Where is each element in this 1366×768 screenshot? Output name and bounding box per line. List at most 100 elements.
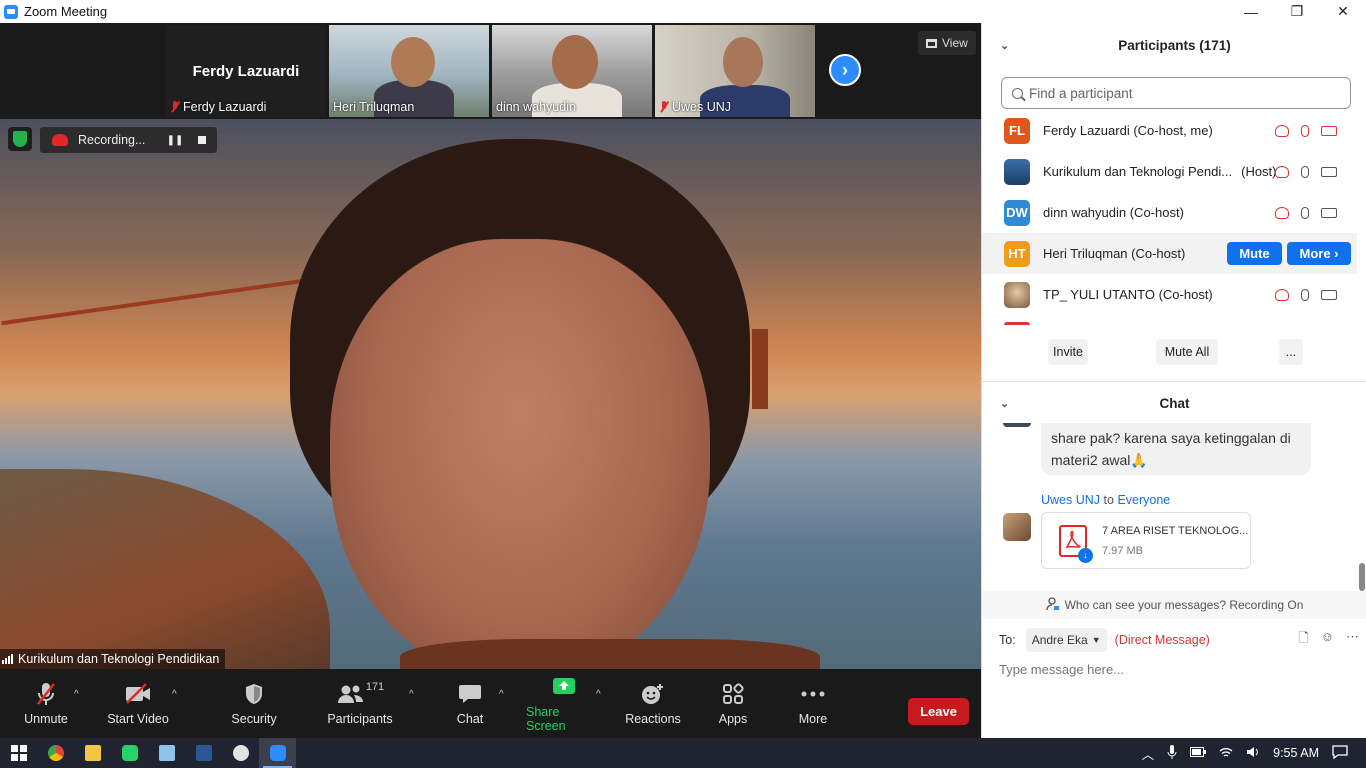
active-speaker-label: Kurikulum dan Teknologi Pendidikan — [0, 649, 226, 669]
participant-row[interactable]: FL Ferdy Lazuardi (Co-host, me) — [982, 110, 1357, 151]
participant-row[interactable]: TP_ YULI UTANTO (Co-host) — [982, 274, 1357, 315]
sender-name[interactable]: Uwes UNJ — [1041, 493, 1100, 507]
participant-name: Ferdy Lazuardi (Co-host, me) — [1043, 123, 1213, 138]
chat-header: ⌄ Chat — [982, 381, 1366, 425]
participant-row[interactable]: DW dinn wahyudin (Co-host) — [982, 192, 1357, 233]
participants-header: ⌄ Participants (171) — [982, 23, 1366, 67]
avatar: HT — [1004, 240, 1030, 267]
mic-muted-icon[interactable] — [1301, 124, 1309, 137]
chevron-up-icon[interactable]: ︿ — [1142, 744, 1155, 763]
video-tile-dinn[interactable]: dinn wahyudin — [492, 25, 652, 117]
stop-recording-button[interactable] — [187, 136, 217, 144]
clock[interactable]: 9:55 AM — [1273, 746, 1319, 760]
whatsapp-taskbar-icon[interactable] — [111, 738, 148, 768]
file-attachment[interactable]: ↓ 7 AREA RISET TEKNOLOG... 7.97 MB — [1041, 512, 1251, 569]
video-icon[interactable] — [1321, 289, 1337, 300]
download-icon[interactable]: ↓ — [1078, 547, 1093, 563]
start-video-button[interactable]: Start Video — [106, 669, 170, 738]
gallery-next-button[interactable]: › — [829, 54, 861, 86]
leave-button[interactable]: Leave — [908, 698, 969, 725]
video-tile-self[interactable]: Ferdy Lazuardi Ferdy Lazuardi — [166, 25, 326, 117]
reactions-button[interactable]: Reactions — [624, 669, 682, 738]
collapse-chat-icon[interactable]: ⌄ — [1000, 397, 1009, 410]
more-dots-icon — [801, 681, 825, 707]
message-privacy-notice[interactable]: Who can see your messages? Recording On — [982, 591, 1366, 619]
chat-button[interactable]: Chat — [450, 669, 490, 738]
start-button[interactable] — [0, 738, 37, 768]
restore-button[interactable]: ❐ — [1274, 0, 1320, 23]
participant-name: Kurikulum dan Teknologi Pendi... — [1043, 164, 1233, 179]
video-off-icon[interactable] — [1321, 125, 1337, 136]
chrome-taskbar-icon[interactable] — [37, 738, 74, 768]
share-options-caret[interactable]: ^ — [596, 689, 601, 700]
volume-icon[interactable] — [1246, 746, 1260, 761]
more-button[interactable]: More — [794, 669, 832, 738]
mic-icon[interactable] — [1301, 206, 1309, 219]
stop-icon — [198, 136, 206, 144]
mic-icon[interactable] — [1301, 165, 1309, 178]
view-button[interactable]: View — [918, 31, 976, 55]
cliff-background — [0, 469, 330, 669]
chat-options-caret[interactable]: ^ — [499, 689, 504, 700]
more-label: More — [798, 712, 828, 726]
privacy-text: Who can see your messages? Recording On — [1064, 598, 1304, 612]
avatar: FL — [1004, 117, 1030, 144]
battery-icon[interactable] — [1190, 746, 1207, 760]
participants-scrollbar[interactable] — [1358, 111, 1364, 323]
chat-scrollbar[interactable] — [1359, 563, 1365, 591]
video-icon[interactable] — [1321, 207, 1337, 218]
video-tile-heri[interactable]: Heri Triluqman — [329, 25, 489, 117]
share-screen-button[interactable]: Share Screen — [526, 669, 602, 738]
mic-icon[interactable] — [1301, 288, 1309, 301]
participants-options-caret[interactable]: ^ — [409, 689, 414, 700]
word-taskbar-icon[interactable] — [185, 738, 222, 768]
minimize-button[interactable]: — — [1228, 0, 1274, 23]
video-tile-uwes[interactable]: Uwes UNJ — [655, 25, 815, 117]
notepad-taskbar-icon[interactable] — [148, 738, 185, 768]
chat-label: Chat — [456, 712, 484, 726]
mute-all-button[interactable]: Mute All — [1156, 339, 1218, 365]
zoom-taskbar-icon[interactable] — [259, 738, 296, 768]
participant-row[interactable]: Kurikulum dan Teknologi Pendi... (Host) — [982, 151, 1357, 192]
participant-row-hovered[interactable]: HT Heri Triluqman (Co-host) Mute More › — [982, 233, 1357, 274]
chat-message-input[interactable] — [999, 659, 1349, 679]
more-options-button[interactable]: ... — [1279, 339, 1303, 365]
encryption-shield-icon[interactable] — [8, 127, 32, 151]
mute-participant-button[interactable]: Mute — [1227, 242, 1282, 265]
collapse-participants-icon[interactable]: ⌄ — [1000, 39, 1009, 52]
file-icon[interactable]: 🗋 — [1298, 629, 1308, 651]
wifi-icon[interactable] — [1219, 746, 1233, 761]
system-tray: ︿ 9:55 AM — [1142, 738, 1366, 768]
security-button[interactable]: Security — [226, 669, 282, 738]
emoji-icon[interactable]: ☺ — [1321, 629, 1334, 651]
unmute-button[interactable]: Unmute — [20, 669, 72, 738]
active-speaker-video[interactable]: Recording... ❚❚ Kurikulum dan Teknologi … — [0, 119, 981, 669]
participant-face — [391, 37, 435, 87]
video-icon[interactable] — [1321, 166, 1337, 177]
more-participant-button[interactable]: More › — [1287, 242, 1351, 265]
more-dots-icon[interactable]: ⋯ — [1346, 629, 1359, 651]
microphone-icon[interactable] — [1167, 744, 1177, 762]
zoom-app-icon — [4, 4, 18, 19]
file-explorer-taskbar-icon[interactable] — [74, 738, 111, 768]
pause-recording-button[interactable]: ❚❚ — [163, 135, 187, 146]
audio-options-caret[interactable]: ^ — [74, 689, 79, 700]
close-button[interactable]: ✕ — [1320, 0, 1366, 23]
invite-button[interactable]: Invite — [1048, 339, 1088, 365]
signal-icon — [2, 654, 13, 664]
participants-button[interactable]: 171 Participants — [326, 669, 394, 738]
participants-count: 171 — [365, 681, 385, 693]
avatar — [1004, 281, 1030, 308]
recipient-select[interactable]: Andre Eka ▼ — [1025, 628, 1107, 652]
active-speaker-name: Kurikulum dan Teknologi Pendidikan — [18, 652, 220, 666]
find-participant-input[interactable]: Find a participant — [1001, 77, 1351, 109]
apps-button[interactable]: Apps — [714, 669, 752, 738]
meeting-toolbar: Unmute ^ Start Video ^ Security 171 Part… — [0, 669, 981, 738]
self-name-large: Ferdy Lazuardi — [192, 63, 300, 80]
apps-label: Apps — [718, 712, 748, 726]
paint-taskbar-icon[interactable] — [222, 738, 259, 768]
video-options-caret[interactable]: ^ — [172, 689, 177, 700]
recipient-name[interactable]: Everyone — [1117, 493, 1170, 507]
tile-name: Heri Triluqman — [333, 100, 415, 114]
notifications-icon[interactable] — [1332, 744, 1348, 763]
